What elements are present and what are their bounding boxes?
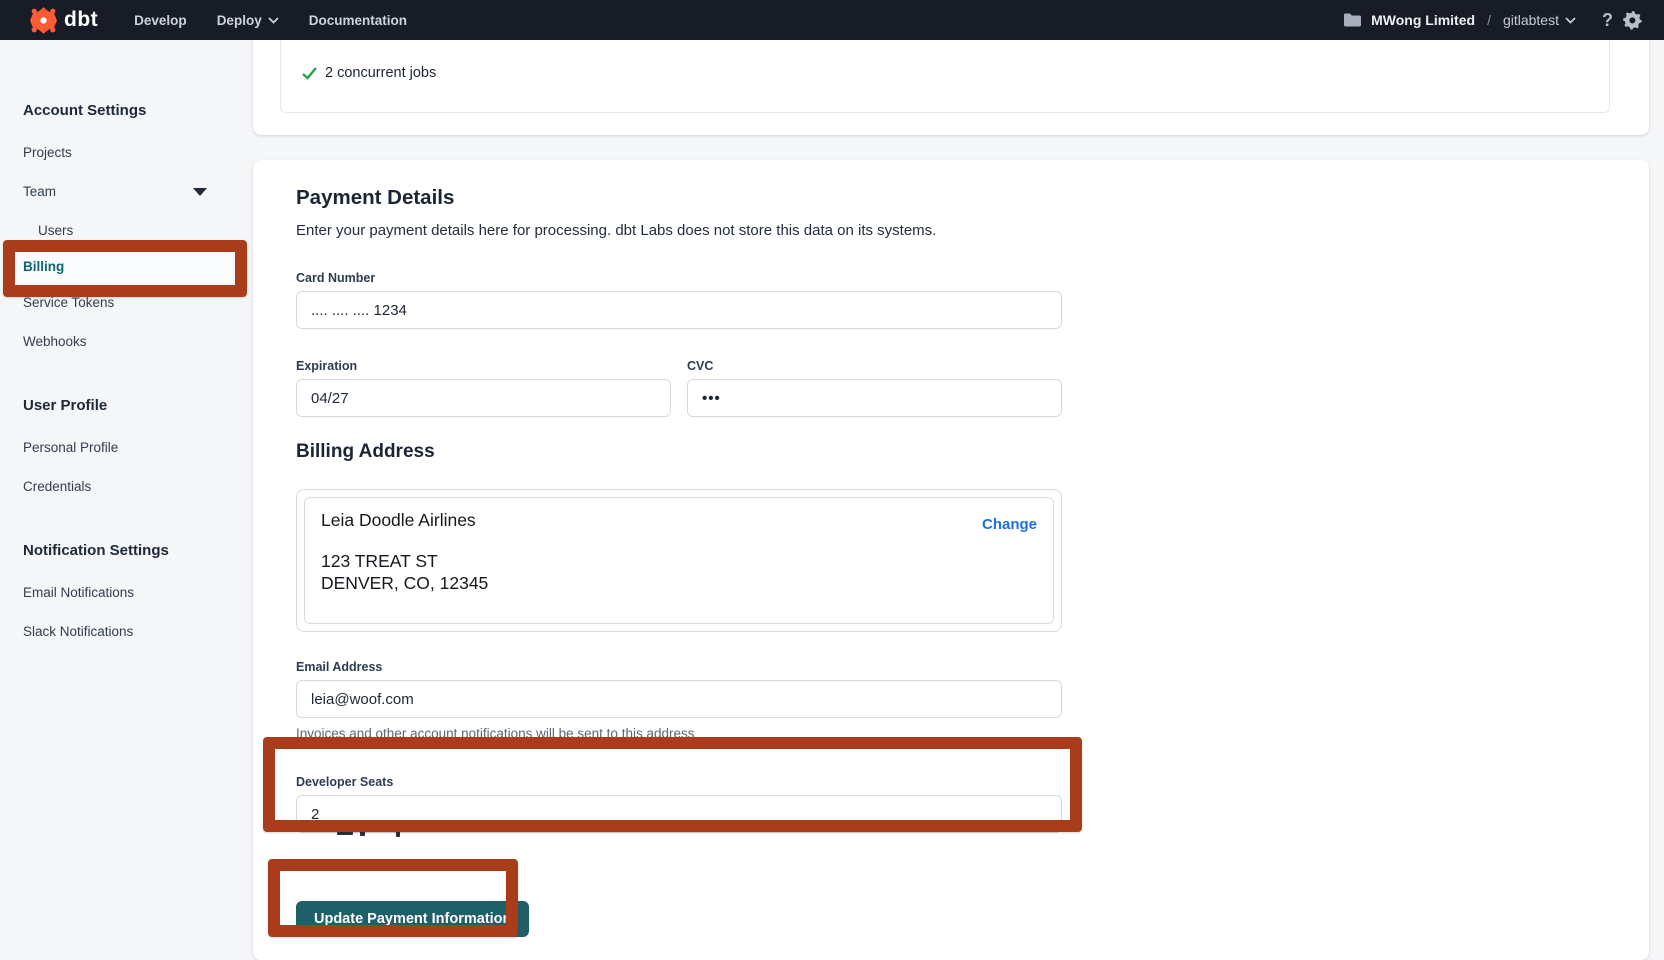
payment-card: Payment Details Enter your payment detai… [253,160,1649,960]
nav-item-develop[interactable]: Develop [134,13,187,28]
chevron-down-icon [1565,17,1576,24]
payment-details-description: Enter your payment details here for proc… [296,222,1649,239]
dbt-logo-text: dbt [64,8,98,32]
developer-seats-input[interactable] [296,795,1062,833]
check-icon [301,65,318,81]
card-number-label: Card Number [296,271,1649,285]
chevron-down-icon [268,17,279,24]
nav-menu: Develop Deploy Documentation [134,13,407,28]
cvc-field: CVC [687,359,1062,417]
obscured-text-fragment [396,829,400,837]
concurrent-jobs-label: 2 concurrent jobs [325,65,436,81]
sidebar-heading-user-profile: User Profile [23,397,253,414]
sidebar-item-service-tokens[interactable]: Service Tokens [23,283,233,322]
billing-address-inner-box: Leia Doodle Airlines Change 123 TREAT ST… [304,497,1054,624]
cvc-input[interactable] [687,379,1062,417]
email-address-input[interactable] [296,680,1062,718]
expiration-label: Expiration [296,359,671,373]
nav-item-deploy[interactable]: Deploy [217,13,279,28]
billing-address-line2: DENVER, CO, 12345 [321,572,1037,594]
project-switcher[interactable]: gitlabtest [1503,12,1576,28]
billing-address-name: Leia Doodle Airlines [321,510,1037,531]
obscured-text-fragment [337,832,353,835]
navbar-right: MWong Limited / gitlabtest ? [1344,10,1642,31]
dbt-logo[interactable]: dbt [30,7,98,34]
nav-item-deploy-label: Deploy [217,13,262,28]
project-name: gitlabtest [1503,12,1559,28]
expiration-cvc-row: Expiration CVC [296,359,1649,417]
top-navbar: dbt Develop Deploy Documentation MWong L… [0,0,1664,40]
expiration-field: Expiration [296,359,671,417]
sidebar-item-webhooks[interactable]: Webhooks [23,322,233,361]
change-address-link[interactable]: Change [982,516,1037,533]
nav-item-documentation[interactable]: Documentation [309,13,407,28]
sidebar-item-team-label: Team [23,184,56,199]
developer-seats-label: Developer Seats [296,775,1649,789]
sidebar-heading-account-settings: Account Settings [23,102,253,119]
card-number-input[interactable] [296,291,1062,329]
dbt-logo-icon [30,7,57,34]
billing-address-box: Leia Doodle Airlines Change 123 TREAT ST… [296,489,1062,632]
update-payment-button[interactable]: Update Payment Information [296,901,529,937]
email-address-label: Email Address [296,660,1649,674]
caret-down-icon [193,188,207,196]
account-name[interactable]: MWong Limited [1371,12,1475,28]
sidebar-item-billing[interactable]: Billing [15,250,232,283]
sidebar-heading-notification-settings: Notification Settings [23,542,253,559]
settings-sidebar: Account Settings Projects Team Users Bil… [0,40,253,940]
cvc-label: CVC [687,359,1062,373]
sidebar-spacer [23,506,253,542]
sidebar-item-users[interactable]: Users [23,211,233,250]
billing-address-lines: 123 TREAT ST DENVER, CO, 12345 [321,550,1037,594]
gear-icon[interactable] [1623,11,1642,30]
sidebar-spacer [23,361,253,397]
billing-address-line1: 123 TREAT ST [321,550,1037,572]
sidebar-item-team[interactable]: Team [23,172,233,211]
sidebar-item-projects[interactable]: Projects [23,133,233,172]
help-icon[interactable]: ? [1602,10,1613,31]
email-helper-text: Invoices and other account notifications… [296,726,1649,741]
sidebar-item-email-notifications[interactable]: Email Notifications [23,573,233,612]
expiration-input[interactable] [296,379,671,417]
sidebar-item-credentials[interactable]: Credentials [23,467,233,506]
billing-address-title: Billing Address [296,441,1649,463]
concurrent-jobs-row: 2 concurrent jobs [301,65,436,81]
sidebar-item-slack-notifications[interactable]: Slack Notifications [23,612,233,651]
folder-icon [1344,13,1361,27]
sidebar-item-personal-profile[interactable]: Personal Profile [23,428,233,467]
payment-details-title: Payment Details [296,186,1649,210]
account-separator: / [1485,12,1493,28]
obscured-text-fragment [360,831,365,836]
